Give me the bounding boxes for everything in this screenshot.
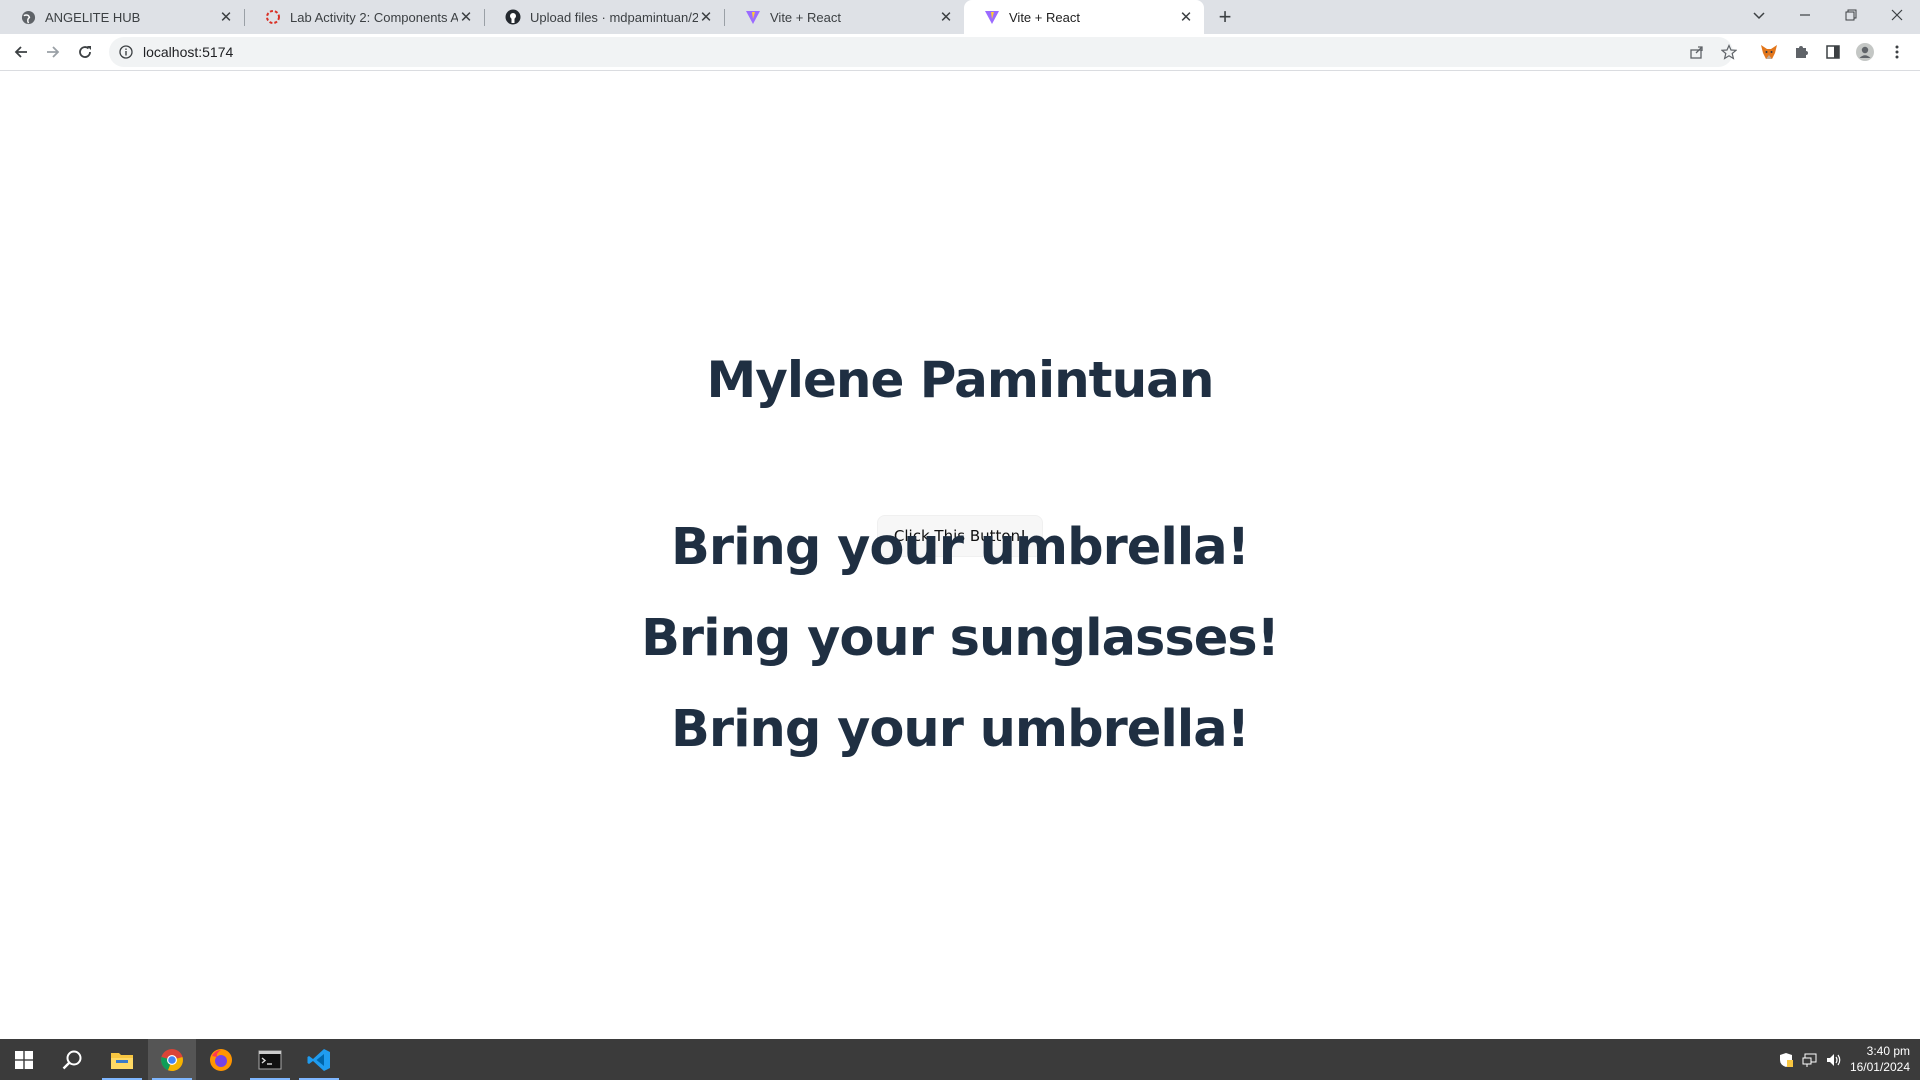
tab-github-upload[interactable]: Upload files · mdpamintuan/219 ✕ [485,0,724,34]
web-page-content: Mylene Pamintuan Click This Button! Brin… [0,71,1920,1039]
minimize-button[interactable] [1782,0,1828,30]
address-text[interactable]: localhost:5174 [143,44,233,60]
tab-title: Vite + React [1009,9,1080,25]
share-icon [1690,46,1703,59]
vscode-icon [307,1048,330,1071]
close-icon[interactable]: ✕ [458,9,474,26]
tab-lab-activity[interactable]: Lab Activity 2: Components Activ ✕ [245,0,484,34]
globe-icon [20,9,36,25]
puzzle-icon [1796,46,1808,58]
close-icon[interactable]: ✕ [698,9,714,26]
taskbar-vscode[interactable] [295,1039,343,1080]
weather-message: Bring your umbrella! [671,700,1250,759]
browser-menu-button[interactable] [1885,40,1909,64]
tab-title: ANGELITE HUB [45,9,141,25]
taskbar-firefox[interactable] [197,1039,245,1080]
reload-icon [79,46,91,58]
site-info-icon[interactable] [118,44,134,60]
taskbar-search-button[interactable] [48,1039,96,1080]
chevron-down-icon [1753,12,1765,20]
vite-icon [984,9,1000,25]
side-panel-icon [1826,45,1840,59]
taskbar-terminal[interactable] [246,1039,294,1080]
share-button[interactable] [1685,40,1709,64]
close-icon[interactable]: ✕ [1178,9,1194,26]
restore-button[interactable] [1828,0,1874,30]
metamask-extension-button[interactable] [1757,40,1781,64]
windows-start-icon [15,1050,33,1069]
close-icon[interactable]: ✕ [938,9,954,26]
taskbar-file-explorer[interactable] [98,1039,146,1080]
github-icon [505,9,521,25]
tab-search-button[interactable] [1736,0,1782,30]
terminal-icon [258,1050,282,1069]
browser-tab-strip: ANGELITE HUB ✕ Lab Activity 2: Component… [0,0,1920,34]
windows-taskbar: 3:40 pm 16/01/2024 [0,1039,1920,1080]
profile-button[interactable] [1853,40,1877,64]
system-tray [1774,1039,1846,1080]
star-icon [1721,44,1737,60]
bookmark-button[interactable] [1717,40,1741,64]
close-window-button[interactable] [1874,0,1920,30]
tab-vite-react-2[interactable]: Vite + React ✕ [964,0,1204,34]
close-icon[interactable]: ✕ [218,9,234,26]
restore-icon [1845,9,1857,21]
address-bar[interactable]: localhost:5174 [109,37,1733,67]
chrome-icon [161,1048,183,1071]
tab-title: Vite + React [770,9,841,25]
clock-time: 3:40 pm [1866,1044,1910,1058]
file-explorer-icon [111,1052,133,1069]
red-spinner-icon [265,9,281,25]
tab-angelite-hub[interactable]: ANGELITE HUB ✕ [0,0,244,34]
network-icon[interactable] [1798,1048,1822,1072]
tab-title: Upload files · mdpamintuan/219 [530,9,698,25]
tab-title: Lab Activity 2: Components Activ [290,9,458,25]
avatar-icon [1856,43,1874,61]
weather-message: Bring your sunglasses! [641,609,1280,668]
start-button[interactable] [0,1039,48,1080]
back-arrow-icon [14,46,27,58]
close-icon [1891,9,1903,21]
kebab-menu-icon [1895,45,1899,59]
security-shield-icon[interactable] [1774,1048,1798,1072]
minimize-icon [1800,14,1810,16]
fox-icon [1761,45,1777,59]
forward-button[interactable] [39,38,67,66]
clock-date: 16/01/2024 [1849,1060,1910,1074]
weather-message: Bring your umbrella! [671,518,1250,577]
reload-button[interactable] [71,38,99,66]
taskbar-chrome[interactable] [148,1039,196,1080]
search-icon [62,1050,82,1069]
firefox-icon [210,1048,232,1071]
forward-arrow-icon [47,46,60,58]
back-button[interactable] [7,38,35,66]
vite-icon [745,9,761,25]
tab-vite-react-1[interactable]: Vite + React ✕ [725,0,964,34]
name-heading: Mylene Pamintuan [706,351,1214,409]
new-tab-button[interactable]: + [1213,4,1237,29]
extensions-button[interactable] [1789,40,1813,64]
browser-toolbar: localhost:5174 [0,34,1920,71]
side-panel-button[interactable] [1821,40,1845,64]
taskbar-clock[interactable]: 3:40 pm 16/01/2024 [1840,1043,1910,1075]
